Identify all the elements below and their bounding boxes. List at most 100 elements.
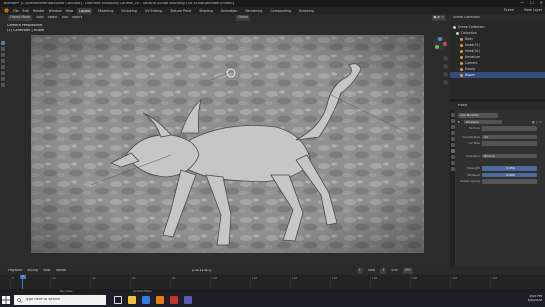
world-tab-icon[interactable] xyxy=(450,137,455,141)
menu-bar: File Edit Render Window Help Layout Mode… xyxy=(0,7,545,14)
direction-select[interactable]: Normal xyxy=(482,153,537,158)
mode-selector[interactable]: Object Mode xyxy=(8,15,33,21)
outliner-item-label: Scene Collection xyxy=(458,25,485,29)
blender-logo-icon[interactable] xyxy=(3,8,9,13)
outliner-item-label: Body xyxy=(465,37,474,41)
menu-edit[interactable]: Edit xyxy=(23,9,29,13)
timeline-tick-label: 20 xyxy=(52,276,56,280)
system-tray-clock[interactable]: 3:05 PM 4/5/2020 xyxy=(528,295,542,303)
window-title: Blender* [C:\BlenderMentals\New Concept]… xyxy=(4,1,234,5)
rotate-tool-icon[interactable] xyxy=(0,59,5,63)
app-taskbar-icon[interactable] xyxy=(170,296,178,304)
menu-window[interactable]: Window xyxy=(49,9,62,13)
shading-mode-buttons[interactable]: ● ◐ ○ xyxy=(431,15,446,21)
workspace-tab-layout[interactable]: Layout xyxy=(77,7,93,14)
scale-tool-icon[interactable] xyxy=(0,65,5,69)
midlevel-field[interactable]: 0.500 xyxy=(482,172,537,177)
workspace-tab-texture-paint[interactable]: Texture Paint xyxy=(168,8,193,14)
navigation-gizmo-icon[interactable] xyxy=(432,36,448,52)
maximize-button[interactable]: ☐ xyxy=(530,1,534,5)
close-button[interactable]: ✕ xyxy=(540,1,543,5)
timeline-menu-playback[interactable]: Playback xyxy=(8,269,22,272)
zoom-icon[interactable] xyxy=(443,56,448,61)
scene-tab-icon[interactable] xyxy=(450,131,455,135)
outliner: Scene Collection Collection Body Head(01… xyxy=(450,22,545,99)
chrome-icon[interactable] xyxy=(142,296,150,304)
timeline-menu-view[interactable]: View xyxy=(43,269,51,272)
measure-tool-icon[interactable] xyxy=(0,83,5,87)
mesh-object-icon xyxy=(460,73,463,77)
select-box-tool-icon[interactable] xyxy=(0,41,5,45)
taskbar: Type here to search 3:05 PM 4/5/2020 xyxy=(0,293,545,307)
perspective-toggle-icon[interactable] xyxy=(443,80,448,85)
playback-controls[interactable]: |◂ ◂◂ ◂ ▸ ▸▸ ▸| xyxy=(192,269,212,272)
menu-render[interactable]: Render xyxy=(33,9,45,13)
playhead[interactable]: 1 xyxy=(20,275,26,279)
start-frame-field[interactable]: 1 xyxy=(380,268,387,274)
uv-map-label: UV Map xyxy=(468,141,480,146)
current-frame-field[interactable]: 1 xyxy=(356,268,363,274)
menu-file[interactable]: File xyxy=(13,9,19,13)
task-view-icon[interactable] xyxy=(114,296,122,304)
workspace-tab-animation[interactable]: Animation xyxy=(219,8,240,14)
modifier-visibility-icons[interactable]: ▣ ▢ ✕ xyxy=(532,120,542,124)
outliner-item-hupm[interactable]: Hupm xyxy=(450,72,545,78)
workspace-tab-modeling[interactable]: Modeling xyxy=(96,8,115,14)
uv-map-field[interactable] xyxy=(482,141,537,146)
workspace-tab-uv-editing[interactable]: UV Editing xyxy=(143,8,164,14)
timeline-menu-keying[interactable]: Keying xyxy=(27,269,38,272)
minimize-button[interactable]: — xyxy=(520,1,524,5)
workspace-tab-rendering[interactable]: Rendering xyxy=(244,8,265,14)
strength-field[interactable]: 0.350 xyxy=(482,166,537,171)
direction-label: Direction xyxy=(466,153,480,158)
workspace-tab-compositing[interactable]: Compositing xyxy=(268,8,293,14)
vertex-group-field[interactable] xyxy=(482,179,537,184)
workspace-tab-scripting[interactable]: Scripting xyxy=(297,8,316,14)
pan-icon[interactable] xyxy=(443,64,448,69)
viewport-menu-object[interactable]: Object xyxy=(72,16,82,19)
add-modifier-button[interactable]: Add Modifier xyxy=(458,113,498,118)
collection-icon xyxy=(453,25,456,29)
file-explorer-icon[interactable] xyxy=(128,296,136,304)
scene-selector[interactable]: Scene xyxy=(504,8,514,12)
camera-icon xyxy=(460,61,463,65)
blender-taskbar-icon[interactable] xyxy=(156,296,164,304)
taskbar-search-input[interactable]: Type here to search xyxy=(14,295,106,305)
3d-viewport[interactable]: Camera Perspective (1) Collection | Hupm xyxy=(5,22,450,267)
properties-object-name: Plane xyxy=(458,104,468,108)
output-tab-icon[interactable] xyxy=(450,125,455,129)
workspace-tab-sculpting[interactable]: Sculpting xyxy=(119,8,138,14)
object-tab-icon[interactable] xyxy=(450,143,455,147)
end-frame-field[interactable]: 250 xyxy=(402,268,413,274)
app-taskbar-icon-2[interactable] xyxy=(184,296,192,304)
render-tab-icon[interactable] xyxy=(450,119,455,123)
viewport-menu-add[interactable]: Add xyxy=(62,16,68,19)
camera-view-icon[interactable] xyxy=(443,72,448,77)
windows-start-icon[interactable] xyxy=(1,295,11,305)
timeline-tick xyxy=(490,275,491,289)
modifier-name-field[interactable]: Displace xyxy=(464,119,502,124)
tool-tab-icon[interactable] xyxy=(450,113,455,117)
menu-help[interactable]: Help xyxy=(66,9,74,13)
viewport-menu-view[interactable]: View xyxy=(36,16,44,19)
annotate-tool-icon[interactable] xyxy=(0,77,5,81)
cursor-tool-icon[interactable] xyxy=(0,47,5,51)
transform-orientation-selector[interactable]: Global xyxy=(236,15,251,21)
move-tool-icon[interactable] xyxy=(0,53,5,57)
coordinates-select[interactable]: UV xyxy=(482,134,537,139)
timeline-menu-marker[interactable]: Marker xyxy=(56,269,67,272)
end-frame-label: End xyxy=(391,269,398,273)
workspace-tab-shading[interactable]: Shading xyxy=(197,8,214,14)
timeline-tick-label: 180 xyxy=(372,276,378,280)
timeline[interactable]: 0 20 40 60 80 100 120 140 160 180 200 220 240 1 xyxy=(0,275,545,289)
modifier-tab-icon[interactable] xyxy=(450,149,455,153)
viewport-menu-select[interactable]: Select xyxy=(48,16,58,19)
particles-tab-icon[interactable] xyxy=(450,155,455,159)
texture-field[interactable] xyxy=(482,126,537,131)
physics-tab-icon[interactable] xyxy=(450,161,455,165)
material-tab-icon[interactable] xyxy=(450,167,455,171)
view-layer-selector[interactable]: View Layer xyxy=(524,8,542,12)
timeline-tick xyxy=(170,275,171,289)
timeline-tick xyxy=(250,275,251,289)
transform-tool-icon[interactable] xyxy=(0,71,5,75)
